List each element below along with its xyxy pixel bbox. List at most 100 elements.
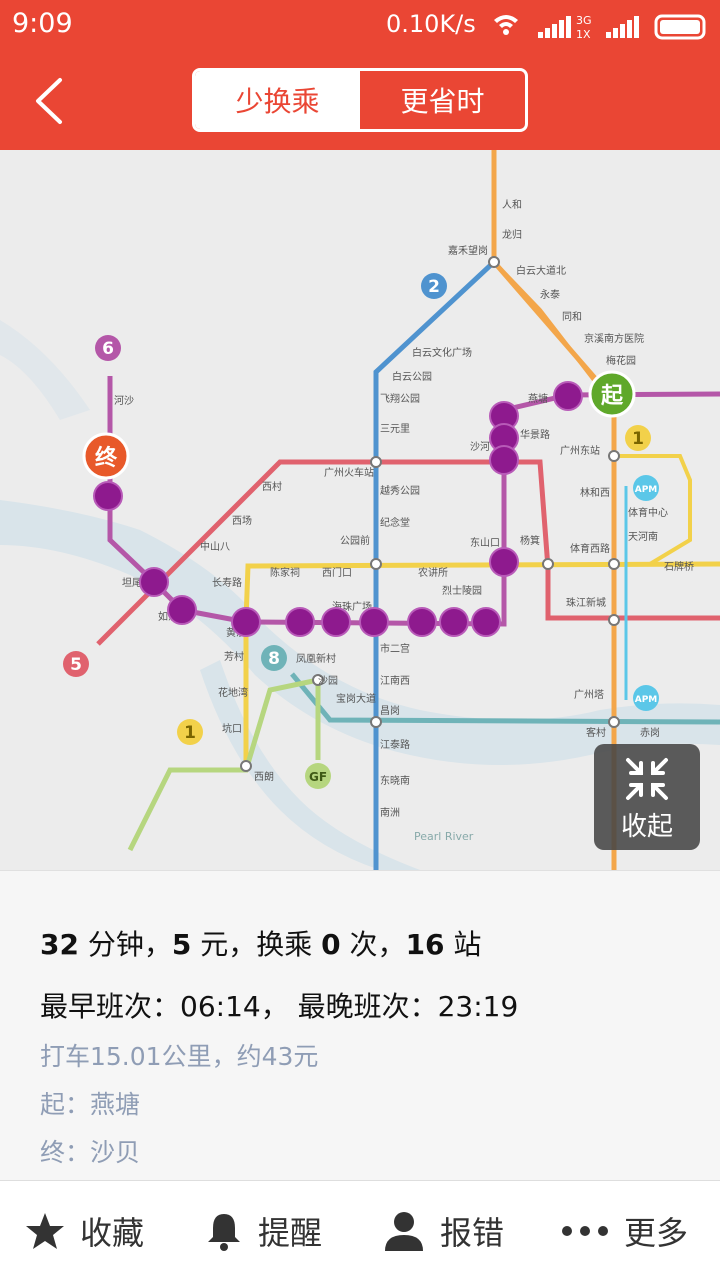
apm-badge-north: APM bbox=[635, 485, 658, 495]
network-sim: 1X bbox=[576, 28, 591, 41]
station-label: 中山八 bbox=[200, 540, 230, 553]
signal-3g-icon: 3G 1X bbox=[538, 14, 592, 41]
collapse-map-button[interactable]: 收起 bbox=[594, 744, 700, 850]
station-label: 天河南 bbox=[628, 530, 658, 543]
station-label: 宝岗大道 bbox=[336, 692, 376, 705]
more-button[interactable]: 更多 bbox=[560, 1181, 688, 1281]
stations-value: 16 bbox=[405, 928, 445, 961]
end-marker[interactable]: 终 bbox=[82, 432, 130, 480]
tab-faster[interactable]: 更省时 bbox=[360, 71, 525, 129]
station-label: 农讲所 bbox=[418, 566, 448, 579]
report-error-label: 报错 bbox=[440, 1214, 505, 1252]
station-label: 梅花园 bbox=[606, 354, 636, 367]
end-station: 终：沙贝 bbox=[40, 1138, 141, 1167]
person-icon bbox=[385, 1212, 423, 1251]
station-label: 杨箕 bbox=[520, 534, 540, 547]
station-label: 公园前 bbox=[340, 534, 370, 547]
station-label: 同和 bbox=[562, 311, 582, 323]
line-badge-2: 2 bbox=[428, 277, 440, 297]
station-label: 江泰路 bbox=[380, 738, 410, 751]
duration-unit: 分钟， bbox=[78, 928, 172, 961]
line-badge-5: 5 bbox=[70, 655, 82, 675]
station-label: 广州塔 bbox=[574, 688, 604, 701]
bell-icon bbox=[208, 1214, 240, 1251]
station-label: 坑口 bbox=[222, 722, 242, 735]
duration-value: 32 bbox=[40, 928, 79, 961]
station-label: 南洲 bbox=[380, 806, 400, 819]
station-label: 京溪南方医院 bbox=[584, 332, 644, 345]
route-mode-tabs: 少换乘 更省时 bbox=[192, 68, 528, 132]
status-time: 9:09 bbox=[12, 8, 73, 39]
station-label: 沙园 bbox=[318, 675, 338, 687]
favorite-label: 收藏 bbox=[80, 1214, 145, 1252]
station-label: 白云大道北 bbox=[516, 264, 566, 277]
route-info: 32 分钟，5 元，换乘 0 次，16 站 最早班次：06:14， 最晚班次：2… bbox=[0, 870, 720, 1181]
station-label: 人和 bbox=[502, 199, 522, 211]
service-times: 最早班次：06:14， 最晚班次：23:19 bbox=[40, 990, 519, 1023]
station-label: 华景路 bbox=[520, 428, 550, 441]
line-badge-8: 8 bbox=[268, 649, 280, 669]
station-label: 凤凰新村 bbox=[296, 652, 336, 665]
status-bar: 9:09 0.10K/s 3G 1X bbox=[0, 0, 720, 52]
route-summary: 32 分钟，5 元，换乘 0 次，16 站 bbox=[40, 923, 481, 963]
transfers-unit: 次， bbox=[340, 928, 406, 961]
station-label: 长寿路 bbox=[212, 576, 242, 589]
start-station: 起：燕塘 bbox=[40, 1090, 141, 1119]
station-label: 越秀公园 bbox=[380, 484, 420, 497]
station-label: 石牌桥 bbox=[664, 560, 694, 573]
battery-icon bbox=[654, 14, 706, 40]
line-badge-1-south: 1 bbox=[184, 723, 196, 743]
station-label: 坦尾 bbox=[122, 576, 142, 589]
station-label: 东山口 bbox=[470, 536, 500, 549]
river-label: Pearl River bbox=[414, 830, 474, 843]
station-label: 西场 bbox=[232, 514, 252, 527]
back-icon[interactable] bbox=[26, 74, 76, 128]
station-label: 永泰 bbox=[540, 288, 560, 301]
station-label: 嘉禾望岗 bbox=[448, 244, 488, 257]
line-badge-6: 6 bbox=[102, 339, 114, 359]
station-label: 林和西 bbox=[580, 486, 610, 499]
wifi-icon bbox=[494, 15, 518, 35]
station-label: 体育中心 bbox=[628, 506, 668, 519]
station-label: 客村 bbox=[586, 726, 606, 739]
station-label: 西门口 bbox=[322, 566, 352, 579]
report-error-button[interactable]: 报错 bbox=[382, 1181, 504, 1281]
signal-icon bbox=[606, 16, 639, 38]
station-label: 龙归 bbox=[502, 228, 522, 241]
station-label: 河沙 bbox=[114, 395, 134, 407]
stations-unit: 站 bbox=[444, 928, 482, 961]
station-label: 飞翔公园 bbox=[380, 392, 420, 405]
start-marker[interactable]: 起 bbox=[588, 370, 636, 418]
star-icon bbox=[26, 1213, 64, 1249]
more-label: 更多 bbox=[624, 1214, 689, 1252]
more-icon bbox=[562, 1226, 608, 1236]
station-label: 东晓南 bbox=[380, 774, 410, 787]
collapse-icon bbox=[626, 758, 668, 800]
collapse-label: 收起 bbox=[620, 812, 673, 842]
reminder-label: 提醒 bbox=[258, 1214, 323, 1252]
header: 少换乘 更省时 bbox=[0, 52, 720, 150]
station-label: 市二宫 bbox=[380, 642, 410, 655]
metro-map[interactable]: 6 2 1 5 8 1 GF APM APM 嘉禾望岗 人和 龙归 白云大道北 … bbox=[0, 150, 720, 870]
station-label: 白云公园 bbox=[392, 370, 432, 383]
taxi-estimate: 打车15.01公里，约43元 bbox=[40, 1042, 319, 1071]
tab-fewer-transfers[interactable]: 少换乘 bbox=[195, 71, 360, 129]
station-label: 沙河 bbox=[470, 441, 490, 453]
end-marker-label: 终 bbox=[95, 445, 118, 471]
line-badge-1: 1 bbox=[632, 429, 644, 449]
station-label: 广州东站 bbox=[560, 444, 600, 457]
station-label: 江南西 bbox=[380, 674, 410, 687]
network-type: 3G bbox=[576, 14, 592, 27]
station-label: 白云文化广场 bbox=[412, 346, 472, 359]
transfers-value: 0 bbox=[321, 928, 341, 961]
station-label: 广州火车站 bbox=[324, 466, 374, 479]
station-label: 昌岗 bbox=[380, 705, 400, 717]
station-label: 西村 bbox=[262, 480, 282, 493]
reminder-button[interactable]: 提醒 bbox=[204, 1181, 322, 1281]
start-marker-label: 起 bbox=[600, 384, 624, 409]
station-label: 芳村 bbox=[224, 650, 244, 663]
favorite-button[interactable]: 收藏 bbox=[24, 1181, 144, 1281]
station-label: 西朗 bbox=[254, 771, 274, 783]
station-label: 赤岗 bbox=[640, 727, 660, 739]
bottom-action-bar: 收藏 提醒 报错 更多 bbox=[0, 1180, 720, 1281]
